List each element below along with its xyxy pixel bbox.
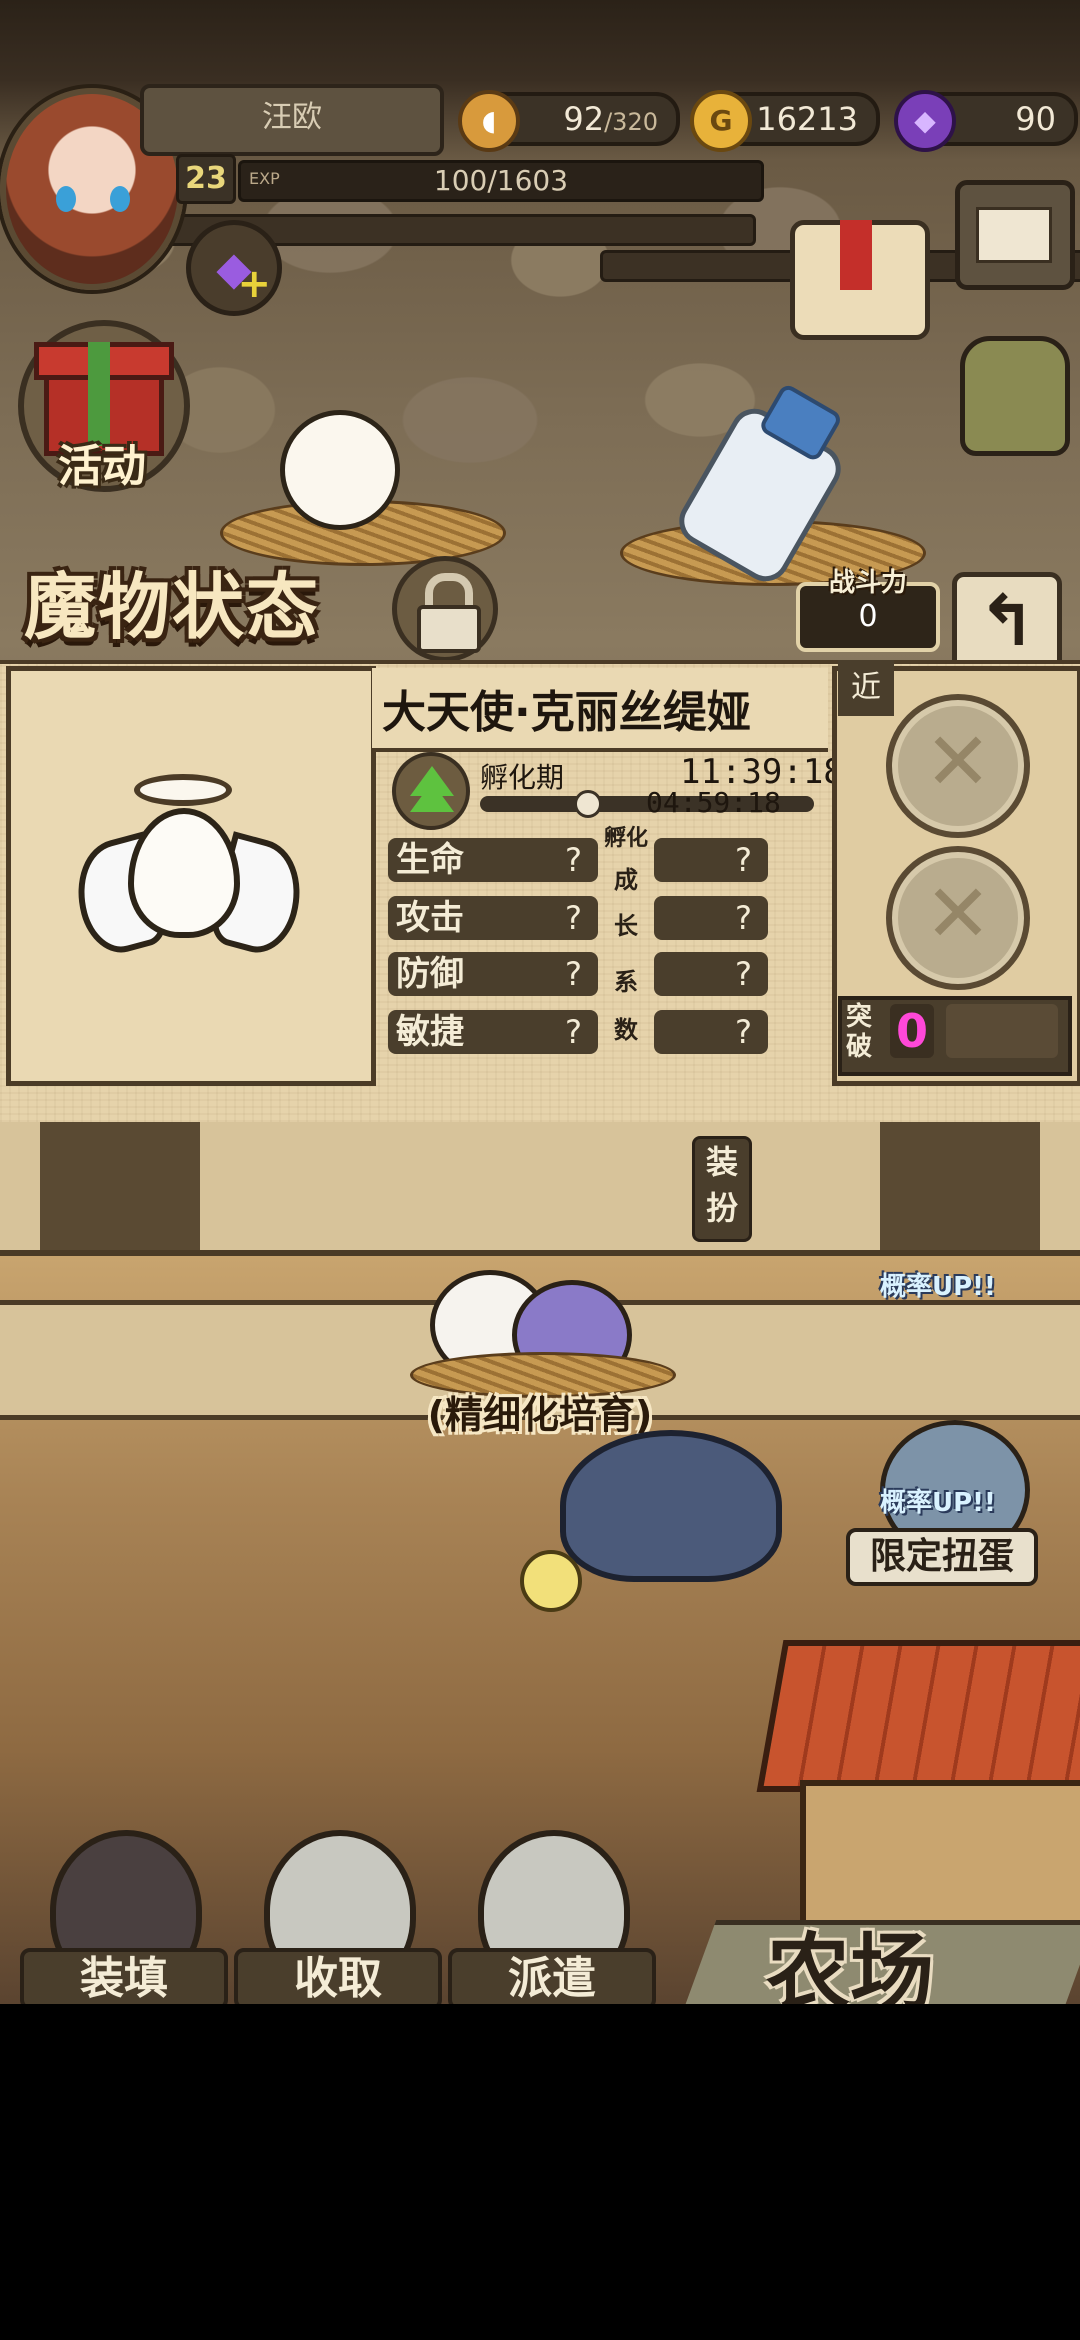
close-icon: ✕ [924,867,992,960]
scroll-ribbon [840,220,872,290]
gold-coin-icon: G [690,90,752,152]
player-level: 23 [176,154,236,204]
purple-gem-icon: ◆ [894,90,956,152]
game-screen: 汪欧 ◖ 92/320 G 16213 ◆ 90 23 EXP 100/1603… [0,0,1080,2004]
stamina-max: /320 [604,108,658,136]
avatar-eye [110,186,130,212]
stat-atk: 攻击 ? [388,896,598,940]
activity-label: 活动 [58,441,146,492]
stat-agi-growth: ? [654,1010,768,1054]
monster-name: 大天使·克丽丝缇娅 [382,687,751,738]
growth-label-char: 数 [614,1016,638,1044]
breakthrough-field [946,1004,1058,1058]
equip-strip [0,1122,1080,1256]
stat-growth-value: ? [735,955,752,993]
player-name: 汪欧 [140,84,444,156]
plus-icon: + [237,261,271,307]
stat-agi: 敏捷 ? [388,1010,598,1054]
strip-shadow [40,1122,200,1250]
gem-value: 90 [1015,100,1056,138]
buy-gems-button[interactable]: ◆ + [186,220,282,316]
stat-def-growth: ? [654,952,768,996]
timer-remaining: 04:59:18 [646,786,781,819]
dispatch-button[interactable]: 派遣 [448,1830,656,2004]
stat-label: 敏捷 [396,1012,464,1052]
stamina-current: 92 [563,100,605,138]
collect-label: 收取 [234,1948,442,2004]
stat-growth-value: ? [735,1013,752,1051]
dress-up-button[interactable]: 装扮 [692,1136,752,1242]
skill-slot-empty[interactable]: ✕ [886,694,1030,838]
growth-label-char: 成 [614,866,638,894]
tab-near[interactable]: 近 [838,660,894,716]
gem-counter[interactable]: ◆ 90 [894,90,1078,152]
load-button[interactable]: 装填 [20,1830,228,2004]
quest-scroll-button[interactable] [770,210,940,340]
breakthrough-label: 突破 [846,1002,873,1062]
progress-marker [573,790,602,818]
barn-roof [756,1640,1080,1792]
stat-def: 防御 ? [388,952,598,996]
skill-slot-empty[interactable]: ✕ [886,846,1030,990]
gold-counter[interactable]: G 16213 [690,90,880,152]
bread-icon: ◖ [458,90,520,152]
rate-up-label: 概率UP!! [880,1488,996,1518]
stat-label: 防御 [396,954,464,994]
exp-value: 100/1603 [433,164,569,197]
load-label: 装填 [20,1948,228,2004]
rate-up-label: 概率UP!! [880,1272,996,1302]
exp-bar: EXP 100/1603 [238,160,764,202]
breakthrough-value: 0 [890,1004,934,1058]
slime-monster [560,1430,782,1582]
close-icon: ✕ [924,715,992,808]
stat-label: 生命 [396,840,464,880]
backpack-icon [960,336,1070,456]
egg [128,808,240,938]
egg-in-nest-icon [280,410,400,530]
strip-shadow [880,1122,1040,1250]
limited-gacha-button[interactable]: 限定扭蛋 [846,1528,1038,1586]
panel-title: 魔物状态 [24,565,321,649]
lock-body [417,605,481,653]
growth-label-char: 系 [614,968,638,996]
stat-value: ? [565,1013,582,1051]
stat-hp-growth: ? [654,838,768,882]
stat-value: ? [565,899,582,937]
farm-tab[interactable]: 农场 [740,1906,960,2004]
stamina-counter[interactable]: ◖ 92/320 [458,90,680,152]
combat-power: 战斗力 0 [796,568,940,652]
mail-button[interactable] [955,180,1075,290]
avatar-eye [56,186,76,212]
stat-label: 攻击 [396,898,464,938]
stat-growth-value: ? [735,841,752,879]
combat-power-label: 战斗力 [828,568,907,598]
halo [134,774,232,806]
gold-value: 16213 [756,100,858,138]
dispatch-label: 派遣 [448,1948,656,2004]
stat-value: ? [565,841,582,879]
stat-value: ? [565,955,582,993]
fine-breeding-button[interactable]: (精细化培育) [420,1384,660,1439]
angel-egg-icon [64,760,314,980]
stat-growth-value: ? [735,899,752,937]
arrow-up-icon [410,782,454,812]
collect-button[interactable]: 收取 [234,1830,442,2004]
backpack-button[interactable] [940,316,1080,456]
growth-label-char: 长 [614,912,638,940]
lock-button[interactable] [392,556,498,662]
envelope-icon [976,207,1052,263]
back-button[interactable]: ↰ [952,572,1062,674]
stage-up-icon [392,752,470,830]
stage-label: 孵化期 [480,761,565,794]
stat-atk-growth: ? [654,896,768,940]
chick-monster [520,1550,582,1612]
stat-hp: 生命 ? [388,838,598,882]
